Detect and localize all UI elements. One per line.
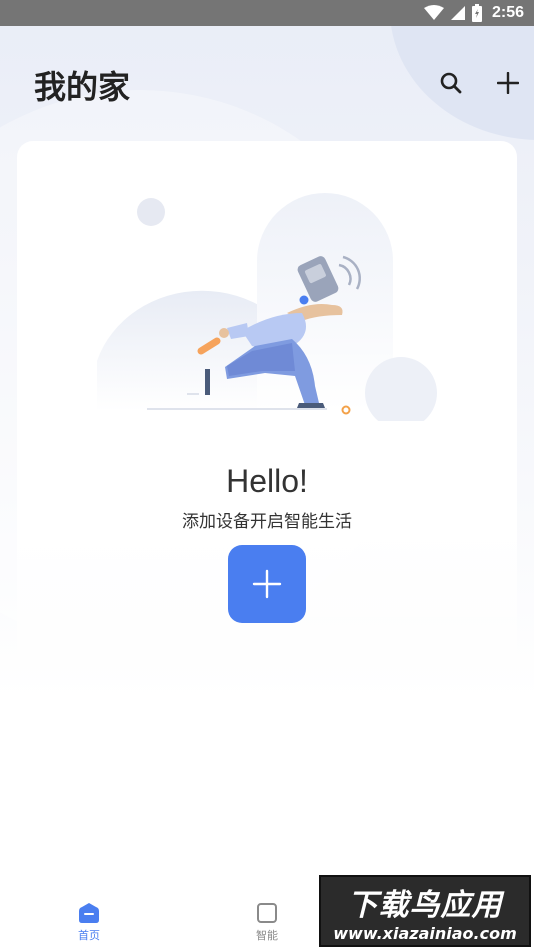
add-device-button[interactable] <box>228 545 306 623</box>
battery-icon <box>471 4 482 22</box>
header: 我的家 <box>0 26 534 136</box>
empty-state-illustration <box>97 193 437 421</box>
nav-item-home[interactable]: 首页 <box>49 902 129 950</box>
watermark-logo: 下载鸟应用 www.xiazainiao.com <box>319 875 531 947</box>
plus-icon <box>252 569 282 599</box>
smart-square-icon <box>257 903 277 923</box>
watermark-url: www.xiazainiao.com <box>333 923 517 943</box>
plus-icon <box>497 72 519 94</box>
page-title: 我的家 <box>34 68 131 106</box>
subtitle-text: 添加设备开启智能生活 <box>182 512 352 532</box>
signal-icon <box>450 6 465 20</box>
nav-label-smart: 智能 <box>256 929 278 942</box>
home-icon <box>79 903 99 923</box>
greeting-text: Hello! <box>226 463 308 499</box>
wifi-icon <box>423 5 444 20</box>
status-bar: 2:56 <box>0 0 534 26</box>
watermark-title: 下载鸟应用 <box>347 887 503 923</box>
search-button[interactable] <box>436 68 466 98</box>
search-icon <box>440 72 462 94</box>
status-time: 2:56 <box>491 4 524 21</box>
nav-label-home: 首页 <box>78 929 100 942</box>
add-button[interactable] <box>493 68 523 98</box>
nav-item-smart[interactable]: 智能 <box>227 902 307 950</box>
empty-home-card: Hello! 添加设备开启智能生活 <box>17 141 517 701</box>
